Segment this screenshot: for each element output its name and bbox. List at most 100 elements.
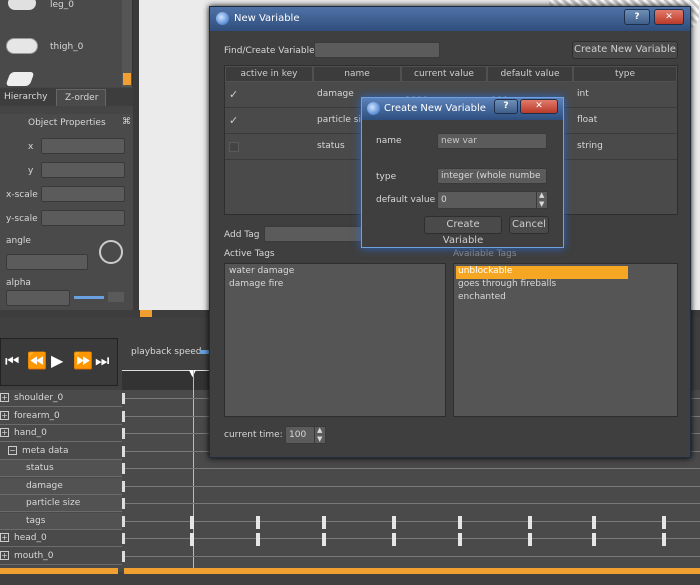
expand-icon[interactable]: + <box>0 550 9 560</box>
keyframe-marker[interactable] <box>592 515 596 529</box>
name-input[interactable]: new var <box>437 133 547 149</box>
default-value-stepper[interactable]: ▲ ▼ <box>536 191 548 209</box>
list-item-selected[interactable]: unblockable <box>456 266 628 279</box>
list-item[interactable]: goes through fireballs <box>456 279 675 292</box>
current-time-input[interactable]: 100 <box>285 426 315 444</box>
alpha-input[interactable] <box>6 290 70 306</box>
keyframe-marker[interactable] <box>662 515 666 529</box>
keyframe-marker[interactable] <box>256 533 260 546</box>
keyframe-marker[interactable] <box>122 498 125 509</box>
fast-forward-icon[interactable]: ⏩ <box>73 351 93 370</box>
current-time-stepper[interactable]: ▲ ▼ <box>314 426 326 444</box>
keyframe-marker[interactable] <box>122 393 125 404</box>
keyframe-marker[interactable] <box>122 515 125 527</box>
keyframe-marker[interactable] <box>528 533 532 546</box>
expand-icon[interactable]: + <box>0 410 9 420</box>
dialog-title-bar[interactable]: Create New Variable ? ✕ <box>362 98 563 120</box>
track-row[interactable]: + hand_0 <box>0 425 122 442</box>
resize-handle[interactable] <box>140 310 152 317</box>
track-row[interactable]: damage <box>0 477 122 495</box>
track-row[interactable]: status <box>0 460 122 477</box>
x-scale-input[interactable] <box>41 186 125 202</box>
angle-input[interactable] <box>6 254 88 270</box>
play-icon[interactable]: ▶ <box>51 351 63 370</box>
pin-icon[interactable]: ⌘ <box>122 117 131 127</box>
checkbox-checked[interactable]: ✓ <box>229 88 238 101</box>
expand-icon[interactable]: + <box>0 393 9 402</box>
create-new-variable-button[interactable]: Create New Variable <box>572 41 678 59</box>
cancel-button[interactable]: Cancel <box>509 216 549 234</box>
scrollbar[interactable] <box>122 0 132 87</box>
keyframe-marker[interactable] <box>392 533 396 546</box>
header-type[interactable]: type <box>573 66 677 82</box>
find-input[interactable] <box>314 42 440 58</box>
close-button[interactable]: ✕ <box>520 99 558 114</box>
grip-icon[interactable] <box>108 292 124 302</box>
tab-hierarchy[interactable]: Hierarchy <box>4 92 48 102</box>
chevron-up-icon[interactable]: ▲ <box>317 426 322 434</box>
keyframe-marker[interactable] <box>528 515 532 529</box>
keyframe-marker[interactable] <box>122 550 125 562</box>
rewind-icon[interactable]: ⏪ <box>27 351 47 370</box>
expand-icon[interactable]: + <box>0 533 9 542</box>
type-select[interactable]: integer (whole numbe <box>437 168 547 184</box>
keyframe-marker[interactable] <box>458 533 462 546</box>
keyframe-marker[interactable] <box>392 515 396 529</box>
y-input[interactable] <box>41 162 125 178</box>
close-button[interactable]: ✕ <box>654 9 684 25</box>
keyframe-marker[interactable] <box>256 515 260 529</box>
available-tags-list[interactable]: unblockable goes through fireballs encha… <box>453 263 678 417</box>
expand-icon[interactable]: + <box>0 428 9 437</box>
active-tags-list[interactable]: water damage damage fire <box>224 263 446 417</box>
header-default[interactable]: default value <box>487 66 573 82</box>
tab-z-order[interactable]: Z-order <box>56 89 106 106</box>
keyframe-marker[interactable] <box>122 463 125 474</box>
keyframe-marker[interactable] <box>190 533 194 546</box>
keyframe-marker[interactable] <box>122 533 125 544</box>
checkbox-checked[interactable]: ✓ <box>229 114 238 127</box>
track-row[interactable]: − meta data <box>0 442 122 460</box>
y-scale-input[interactable] <box>41 210 125 226</box>
header-current[interactable]: current value <box>401 66 487 82</box>
keyframe-marker[interactable] <box>322 515 326 529</box>
keyframe-marker[interactable] <box>122 480 125 492</box>
scene-item-leg[interactable]: leg_0 <box>0 0 122 16</box>
header-name[interactable]: name <box>313 66 401 82</box>
timeline-scrollbar[interactable] <box>0 568 118 574</box>
track-row[interactable]: tags <box>0 512 122 530</box>
list-item[interactable]: enchanted <box>456 292 675 305</box>
checkbox-unchecked[interactable] <box>229 142 239 152</box>
list-item[interactable]: damage fire <box>229 279 441 292</box>
track-row[interactable]: particle size <box>0 495 122 512</box>
help-button[interactable]: ? <box>494 99 518 114</box>
skip-start-icon[interactable]: ⏮ <box>5 351 19 371</box>
chevron-down-icon[interactable]: ▼ <box>317 435 322 443</box>
chevron-down-icon[interactable]: ▼ <box>539 200 544 208</box>
track-row[interactable]: + forearm_0 <box>0 407 122 425</box>
chevron-up-icon[interactable]: ▲ <box>539 191 544 199</box>
scene-item-thigh[interactable]: thigh_0 <box>0 38 122 58</box>
skip-end-icon[interactable]: ⏭ <box>95 351 109 371</box>
keyframe-marker[interactable] <box>322 533 326 546</box>
track-row[interactable]: + mouth_0 <box>0 547 122 565</box>
x-input[interactable] <box>41 138 125 154</box>
timeline-ruler[interactable]: ▼ <box>122 369 212 390</box>
keyframe-marker[interactable] <box>122 410 125 422</box>
scroll-down-arrow[interactable] <box>123 73 131 85</box>
help-button[interactable]: ? <box>624 9 650 25</box>
keyframe-marker[interactable] <box>458 515 462 529</box>
expand-icon[interactable]: − <box>8 445 17 455</box>
keyframe-marker[interactable] <box>122 445 125 457</box>
default-value-input[interactable]: 0 <box>437 191 537 209</box>
angle-dial-icon[interactable] <box>99 240 123 264</box>
add-tag-input[interactable] <box>264 226 364 242</box>
track-row[interactable]: + head_0 <box>0 530 122 547</box>
header-active[interactable]: active in key <box>225 66 313 82</box>
alpha-slider[interactable] <box>74 296 104 299</box>
create-variable-button[interactable]: Create Variable <box>424 216 502 246</box>
keyframe-marker[interactable] <box>122 428 125 439</box>
list-item[interactable]: water damage <box>229 266 441 279</box>
timeline-h-scrollbar[interactable] <box>124 568 700 574</box>
track-row[interactable]: + shoulder_0 <box>0 390 122 407</box>
keyframe-marker[interactable] <box>592 533 596 546</box>
